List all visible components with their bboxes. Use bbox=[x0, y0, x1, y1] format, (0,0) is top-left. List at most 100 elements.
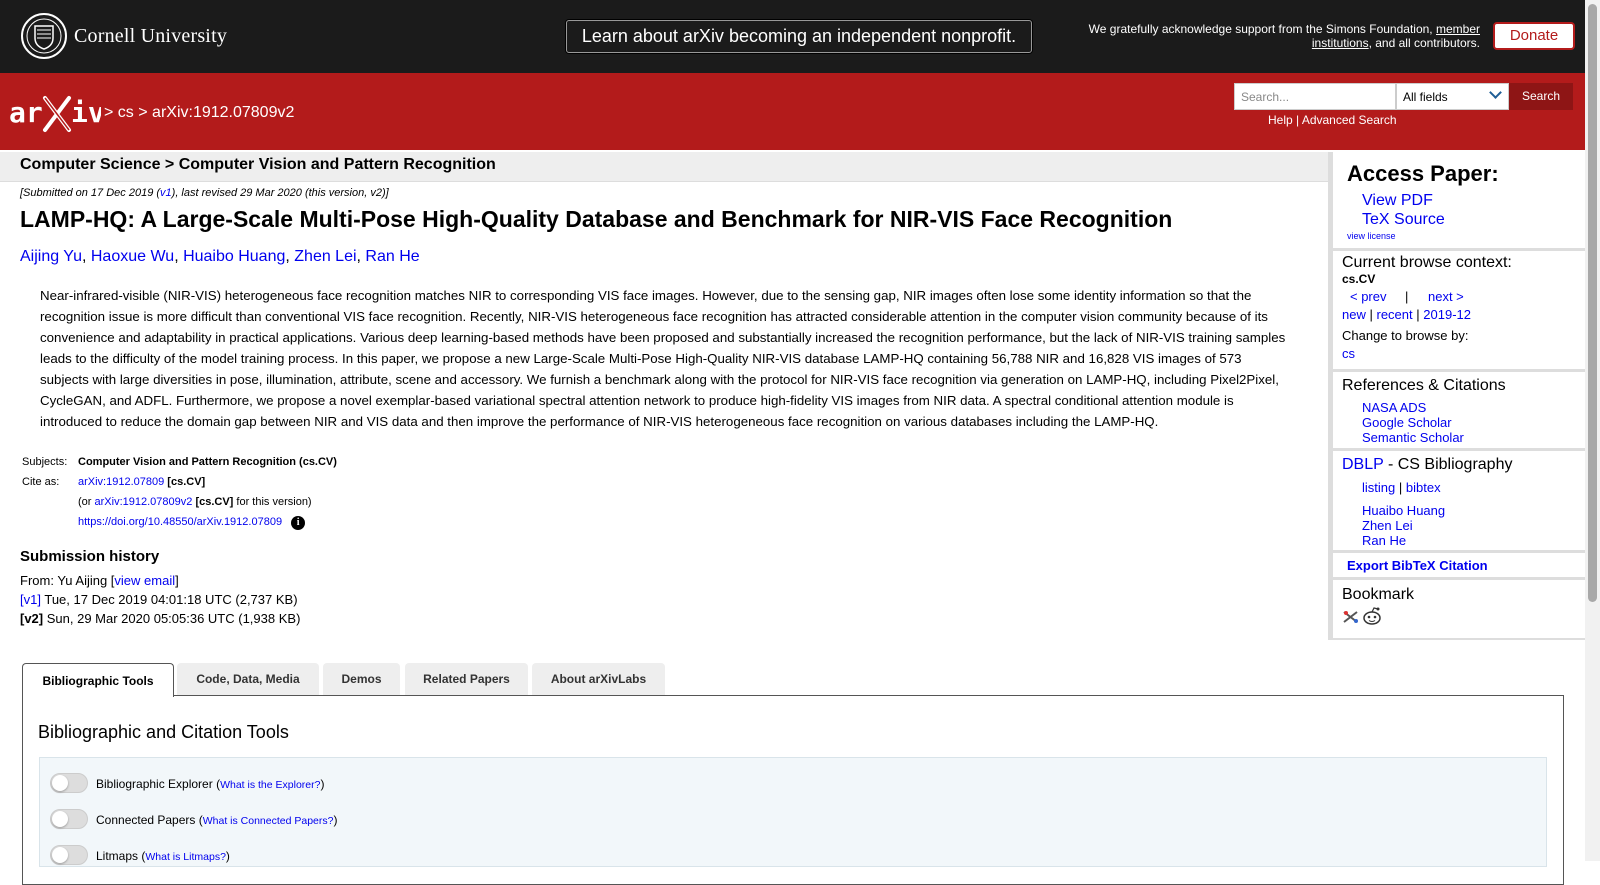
breadcrumb-cs-link[interactable]: cs bbox=[118, 104, 134, 121]
dblp-author-link[interactable]: Huaibo Huang bbox=[1362, 503, 1445, 518]
browse-category: cs.CV bbox=[1342, 272, 1376, 286]
cite-id-link[interactable]: arXiv:1912.07809 bbox=[78, 476, 164, 488]
search-field-select[interactable]: All fields bbox=[1396, 83, 1509, 110]
tool-label: Connected Papers (What is Connected Pape… bbox=[96, 813, 338, 827]
listing-link[interactable]: listing bbox=[1362, 480, 1395, 495]
history-v1-text: Tue, 17 Dec 2019 04:01:18 UTC (2,737 KB) bbox=[44, 592, 298, 607]
svg-text:ar: ar bbox=[9, 96, 43, 129]
change-browse-label: Change to browse by: bbox=[1342, 328, 1469, 343]
tab-code-data-media[interactable]: Code, Data, Media bbox=[177, 663, 319, 695]
tool-info-link[interactable]: What is Connected Papers? bbox=[203, 815, 334, 827]
tab-bibliographic-tools[interactable]: Bibliographic Tools bbox=[22, 663, 174, 697]
access-paper-title: Access Paper: bbox=[1347, 161, 1499, 186]
history-bracket: ] bbox=[175, 573, 179, 588]
tab-demos[interactable]: Demos bbox=[323, 663, 400, 695]
donate-button[interactable]: Donate bbox=[1493, 22, 1575, 50]
breadcrumb-paper-id[interactable]: arXiv:1912.07809v2 bbox=[152, 104, 294, 121]
dateline-v1-link[interactable]: v1 bbox=[160, 187, 172, 199]
view-email-link[interactable]: view email bbox=[114, 573, 175, 588]
tool-name: Connected Papers bbox=[96, 813, 196, 827]
author-link[interactable]: Ran He bbox=[365, 248, 419, 265]
bookmark-title: Bookmark bbox=[1342, 586, 1415, 603]
cite-or-text: (or bbox=[78, 496, 92, 508]
svg-text:iv: iv bbox=[71, 96, 101, 129]
dblp-author-link[interactable]: Ran He bbox=[1362, 533, 1406, 548]
nonprofit-announcement-button[interactable]: Learn about arXiv becoming an independen… bbox=[566, 20, 1032, 53]
history-v2-text: Sun, 29 Mar 2020 05:05:36 UTC (1,938 KB) bbox=[46, 611, 301, 626]
scrollbar-thumb[interactable] bbox=[1588, 4, 1597, 602]
support-prefix: We gratefully acknowledge support from t… bbox=[1088, 22, 1433, 36]
prev-link[interactable]: < prev bbox=[1350, 289, 1387, 304]
support-suffix: , and all contributors. bbox=[1368, 36, 1480, 50]
month-link[interactable]: 2019-12 bbox=[1423, 307, 1471, 322]
recent-link[interactable]: recent bbox=[1377, 307, 1413, 322]
subject-path: Computer Science > Computer Vision and P… bbox=[20, 156, 496, 173]
next-link[interactable]: next > bbox=[1428, 289, 1464, 304]
reddit-icon[interactable] bbox=[1362, 607, 1382, 625]
dblp-author-link[interactable]: Zhen Lei bbox=[1362, 518, 1413, 533]
view-license-link[interactable]: view license bbox=[1347, 231, 1396, 241]
arxiv-logo-icon[interactable]: ar iv bbox=[9, 92, 101, 134]
export-bibtex-link[interactable]: Export BibTeX Citation bbox=[1347, 558, 1488, 573]
submission-history: From: Yu Aijing [view email] [v1] Tue, 1… bbox=[20, 571, 300, 628]
dateline-text: [Submitted on 17 Dec 2019 ( bbox=[20, 187, 161, 199]
cite-version-text: for this version) bbox=[236, 496, 312, 508]
connected-papers-toggle[interactable] bbox=[50, 809, 88, 829]
bibtex-link[interactable]: bibtex bbox=[1406, 480, 1441, 495]
cornell-seal-icon[interactable] bbox=[21, 13, 67, 59]
browse-separator: | bbox=[1369, 307, 1373, 322]
paper-title: LAMP-HQ: A Large-Scale Multi-Pose High-Q… bbox=[20, 206, 1173, 232]
history-v1-link[interactable]: [v1] bbox=[20, 592, 41, 607]
subjects-label: Subjects: bbox=[22, 456, 68, 468]
author-link[interactable]: Aijing Yu bbox=[20, 248, 82, 265]
breadcrumb-separator: > bbox=[138, 104, 148, 121]
tab-about-arxivlabs[interactable]: About arXivLabs bbox=[532, 663, 665, 695]
dblp-title: DBLP - CS Bibliography bbox=[1342, 456, 1512, 474]
tool-info-link[interactable]: What is the Explorer? bbox=[220, 779, 320, 791]
new-link[interactable]: new bbox=[1342, 307, 1366, 322]
history-from: From: Yu Aijing [view email] bbox=[20, 571, 300, 590]
cite-v2-link[interactable]: arXiv:1912.07809v2 bbox=[95, 496, 193, 508]
cite-category: [cs.CV] bbox=[167, 476, 206, 488]
info-icon[interactable]: i bbox=[291, 516, 306, 530]
tool-label: Bibliographic Explorer (What is the Expl… bbox=[96, 777, 325, 791]
author-link[interactable]: Zhen Lei bbox=[294, 248, 356, 265]
cite-category: [cs.CV] bbox=[195, 496, 234, 508]
view-pdf-link[interactable]: View PDF bbox=[1362, 192, 1433, 210]
litmaps-toggle[interactable] bbox=[50, 845, 88, 865]
browse-separator: | bbox=[1405, 289, 1409, 304]
history-v1: [v1] Tue, 17 Dec 2019 04:01:18 UTC (2,73… bbox=[20, 590, 300, 609]
author-link[interactable]: Haoxue Wu bbox=[91, 248, 174, 265]
tool-name: Bibliographic Explorer bbox=[96, 777, 213, 791]
search-input[interactable]: Search... bbox=[1234, 83, 1396, 110]
google-scholar-link[interactable]: Google Scholar bbox=[1362, 415, 1452, 430]
dblp-separator: | bbox=[1398, 480, 1403, 495]
abstract: Near-infrared-visible (NIR-VIS) heteroge… bbox=[40, 288, 1286, 429]
author-link[interactable]: Huaibo Huang bbox=[183, 248, 285, 265]
university-name[interactable]: Cornell University bbox=[74, 25, 227, 48]
dblp-link[interactable]: DBLP bbox=[1342, 456, 1384, 473]
bibliographic-explorer-toggle[interactable] bbox=[50, 773, 88, 793]
submission-history-title: Submission history bbox=[20, 548, 160, 565]
semantic-scholar-link[interactable]: Semantic Scholar bbox=[1362, 430, 1464, 445]
nasa-ads-link[interactable]: NASA ADS bbox=[1362, 400, 1426, 415]
help-link[interactable]: Help bbox=[1268, 113, 1293, 127]
subjects-value: Computer Vision and Pattern Recognition … bbox=[78, 456, 337, 468]
bibsonomy-icon[interactable] bbox=[1342, 609, 1360, 625]
cite-version: (or arXiv:1912.07809v2 [cs.CV] for this … bbox=[78, 496, 312, 508]
browse-cs-link[interactable]: cs bbox=[1342, 346, 1355, 361]
tab-related-papers[interactable]: Related Papers bbox=[405, 663, 528, 695]
advanced-search-link[interactable]: Advanced Search bbox=[1302, 113, 1397, 127]
search-button[interactable]: Search bbox=[1509, 83, 1573, 110]
submission-dateline: [Submitted on 17 Dec 2019 (v1), last rev… bbox=[20, 187, 389, 199]
browse-context-title: Current browse context: bbox=[1342, 254, 1512, 271]
browse-separator: | bbox=[1416, 307, 1420, 322]
tex-source-link[interactable]: TeX Source bbox=[1362, 211, 1445, 229]
references-title: References & Citations bbox=[1342, 377, 1506, 394]
author-list: Aijing Yu, Haoxue Wu, Huaibo Huang, Zhen… bbox=[20, 248, 420, 265]
tool-info-link[interactable]: What is Litmaps? bbox=[145, 851, 226, 863]
dblp-title-text: - CS Bibliography bbox=[1383, 456, 1513, 473]
doi-link[interactable]: https://doi.org/10.48550/arXiv.1912.0780… bbox=[78, 516, 282, 528]
history-from-label: From: Yu Aijing [ bbox=[20, 573, 115, 588]
doi-value: https://doi.org/10.48550/arXiv.1912.0780… bbox=[78, 516, 306, 530]
